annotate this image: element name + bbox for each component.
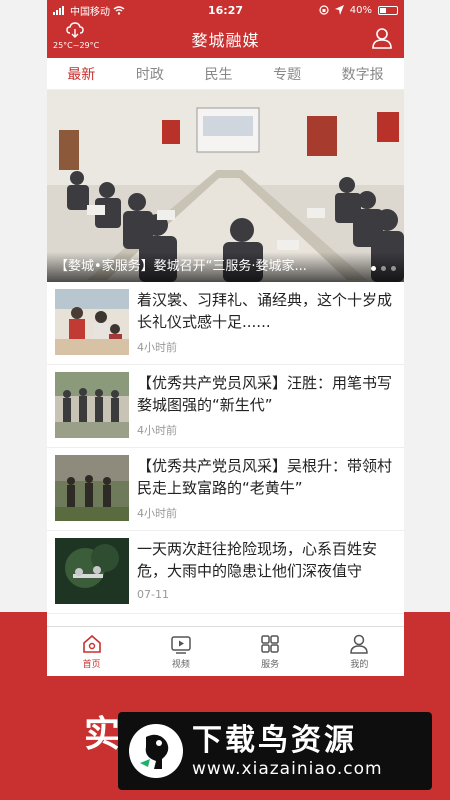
carousel-dot[interactable] <box>381 266 386 271</box>
news-time: 4小时前 <box>137 424 177 437</box>
weather-temperature: 25°C~29°C <box>53 41 100 50</box>
bird-logo-icon <box>129 724 183 778</box>
nav-video[interactable]: 视频 <box>136 627 225 676</box>
tab-livelihood[interactable]: 民生 <box>202 60 234 88</box>
bottom-navigation: 首页 视频 服务 我的 <box>47 626 404 676</box>
watermark-title: 下载鸟资源 <box>192 723 357 758</box>
user-icon <box>350 634 369 654</box>
tab-latest[interactable]: 最新 <box>65 60 97 88</box>
nav-home-label: 首页 <box>82 660 101 670</box>
battery-percent: 40% <box>349 4 372 16</box>
news-title: 【优秀共产党员风采】吴根升：带领村民走上致富路的“老黄牛” <box>137 457 393 497</box>
news-thumbnail <box>55 455 129 521</box>
app-header: 25°C~29°C 婺城融媒 <box>47 20 404 58</box>
news-list: 着汉裳、习拜礼、诵经典，这个十岁成长礼仪式感十足...... 4小时前 【优秀共… <box>47 282 404 614</box>
news-time: 4小时前 <box>137 507 177 520</box>
news-thumbnail <box>55 538 129 604</box>
tab-politics[interactable]: 时政 <box>134 60 166 88</box>
news-item[interactable]: 【优秀共产党员风采】吴根升：带领村民走上致富路的“老黄牛” 4小时前 <box>47 448 404 531</box>
tab-topics[interactable]: 专题 <box>271 60 303 88</box>
signal-icon <box>53 5 64 15</box>
watermark: 下载鸟资源 www.xiazainiao.com <box>118 712 432 790</box>
carrier-label: 中国移动 <box>70 6 110 18</box>
nav-video-label: 视频 <box>171 660 190 670</box>
carousel-dot[interactable] <box>371 266 376 271</box>
news-item[interactable]: 一天两次赶往抢险现场，心系百姓安危，大雨中的隐患让他们深夜值守 07-11 <box>47 531 404 614</box>
cloud-weather-icon <box>66 22 84 38</box>
video-icon <box>171 636 191 654</box>
weather-widget[interactable]: 25°C~29°C <box>53 22 100 51</box>
battery-icon <box>378 5 398 15</box>
news-item[interactable]: 着汉裳、习拜礼、诵经典，这个十岁成长礼仪式感十足...... 4小时前 <box>47 282 404 365</box>
promo-text: 实 <box>84 714 121 755</box>
nav-mine[interactable]: 我的 <box>315 627 404 676</box>
news-thumbnail <box>55 372 129 438</box>
nav-services[interactable]: 服务 <box>226 627 315 676</box>
grid-icon <box>261 635 279 653</box>
location-icon <box>334 5 344 15</box>
user-profile-icon[interactable] <box>370 26 394 50</box>
carousel-dot[interactable] <box>391 266 396 271</box>
status-bar: 中国移动 16:27 40% <box>47 0 404 20</box>
banner-carousel[interactable]: 【婺城•家服务】婺城召开“三服务·婺城家... <box>47 90 404 282</box>
wifi-icon <box>113 5 125 15</box>
carousel-indicator <box>371 266 396 271</box>
phone-screen: 中国移动 16:27 40% 25°C~29°C 婺城融媒 最新 时政 民生 专… <box>47 0 404 676</box>
news-title: 一天两次赶往抢险现场，心系百姓安危，大雨中的隐患让他们深夜值守 <box>137 540 378 580</box>
news-title: 着汉裳、习拜礼、诵经典，这个十岁成长礼仪式感十足...... <box>137 291 393 331</box>
category-tabs: 最新 时政 民生 专题 数字报 <box>47 58 404 90</box>
news-time: 07-11 <box>137 588 169 601</box>
home-icon <box>82 634 101 653</box>
app-title: 婺城融媒 <box>191 31 260 50</box>
nav-mine-label: 我的 <box>350 660 369 670</box>
news-thumbnail <box>55 289 129 355</box>
nav-services-label: 服务 <box>261 660 280 670</box>
watermark-url: www.xiazainiao.com <box>192 759 383 779</box>
rotation-lock-icon <box>319 5 329 15</box>
news-time: 4小时前 <box>137 341 177 354</box>
banner-caption: 【婺城•家服务】婺城召开“三服务·婺城家... <box>47 252 404 282</box>
nav-home[interactable]: 首页 <box>47 627 136 676</box>
news-title: 【优秀共产党员风采】汪胜：用笔书写婺城图强的“新生代” <box>137 374 393 414</box>
tab-digital-newspaper[interactable]: 数字报 <box>340 60 386 88</box>
news-item[interactable]: 【优秀共产党员风采】汪胜：用笔书写婺城图强的“新生代” 4小时前 <box>47 365 404 448</box>
